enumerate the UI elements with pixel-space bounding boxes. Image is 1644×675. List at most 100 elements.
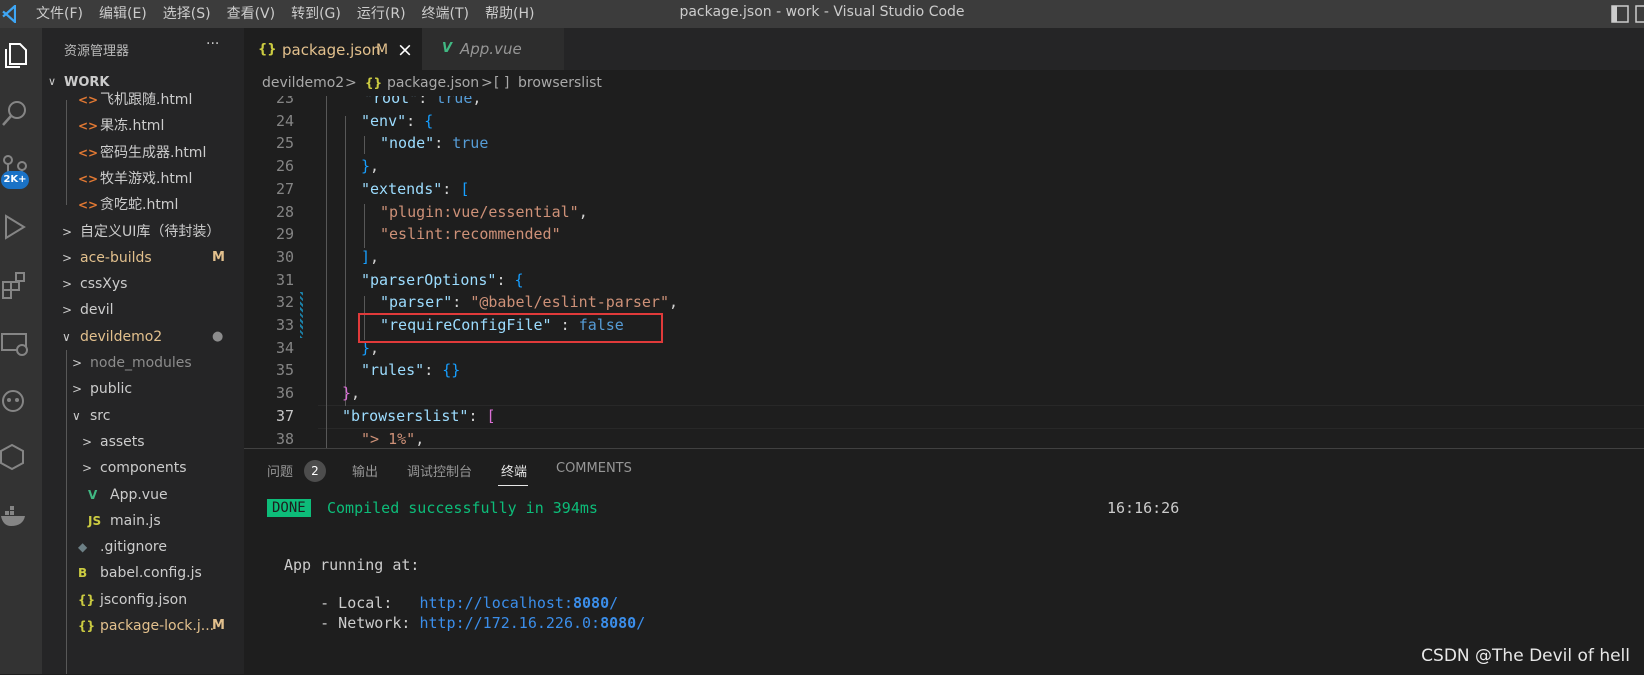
tree-item-label: cssXys <box>80 276 128 293</box>
menu-view[interactable]: 查看(V) <box>219 0 284 28</box>
code-line: }, <box>342 384 360 402</box>
chevron-right-icon[interactable]: > <box>82 455 92 481</box>
tab-close-icon[interactable]: × <box>397 29 413 71</box>
chevron-right-icon[interactable]: > <box>72 350 82 376</box>
gitlens-icon[interactable] <box>0 386 30 416</box>
code-token: "rules" <box>361 361 425 380</box>
tab-app-vue[interactable]: V App.vue <box>422 28 564 70</box>
chevron-right-icon[interactable]: > <box>62 245 72 271</box>
chevron-right-icon[interactable]: > <box>62 297 72 323</box>
tree-item[interactable]: > public <box>42 376 244 402</box>
code-token: [ <box>486 406 496 425</box>
code-token: } <box>342 384 352 403</box>
tree-item[interactable]: > components <box>42 455 244 481</box>
tree-item[interactable]: <> 密码生成器.html <box>42 140 244 166</box>
tree-item[interactable]: > assets <box>42 429 244 455</box>
code-token: , <box>415 429 425 448</box>
tree-item[interactable]: > node_modules <box>42 350 244 376</box>
tree-item[interactable]: Bbabel.config.js <box>42 560 244 586</box>
menu-go[interactable]: 转到(G) <box>283 0 349 28</box>
menu-terminal[interactable]: 终端(T) <box>414 0 477 28</box>
tree-item[interactable]: ∨ devildemo2 ● <box>42 324 244 350</box>
breadcrumb-file[interactable]: package.json <box>387 70 479 96</box>
menu-file[interactable]: 文件(F) <box>28 0 91 28</box>
layout-toggle-icons[interactable] <box>1584 4 1644 24</box>
indent-guide <box>345 116 346 406</box>
tree-item[interactable]: > cssXys <box>42 271 244 297</box>
docker-icon[interactable] <box>0 502 30 532</box>
network-url-suffix[interactable]: / <box>636 614 645 632</box>
tree-item[interactable]: > ace-builds M <box>42 245 244 271</box>
code-token: "node" <box>380 134 435 153</box>
explorer-icon[interactable] <box>2 40 32 70</box>
code-token: : <box>434 134 453 153</box>
kubernetes-icon[interactable] <box>0 442 30 472</box>
chevron-right-icon[interactable]: > <box>72 376 82 402</box>
explorer-sidebar: 资源管理器 ··· ∨ WORK <> 飞机跟随.html <> 果冻.html <> 密… <box>42 28 244 674</box>
compiled-message: Compiled successfully in 394ms <box>327 499 598 517</box>
tree-item[interactable]: ∨ src <box>42 403 244 429</box>
tree-item[interactable]: <> 贪吃蛇.html <box>42 192 244 218</box>
vue-file-icon: V <box>442 41 453 56</box>
run-debug-icon[interactable] <box>0 212 30 242</box>
menu-run[interactable]: 运行(R) <box>349 0 414 28</box>
chevron-down-icon[interactable]: ∨ <box>72 403 81 429</box>
extensions-icon[interactable] <box>0 270 30 300</box>
tree-item[interactable]: {} jsconfig.json <box>42 587 244 613</box>
menu-selection[interactable]: 选择(S) <box>155 0 219 28</box>
tree-item-label: public <box>90 381 133 398</box>
breadcrumb-folder[interactable]: devildemo2 <box>262 70 344 96</box>
line-number: 37 <box>275 406 294 425</box>
more-actions-button[interactable]: ··· <box>206 36 219 52</box>
code-line: "parser": "@babel/eslint-parser", <box>380 293 678 311</box>
network-port[interactable]: 8080 <box>600 614 636 632</box>
chevron-right-icon[interactable]: > <box>62 219 72 245</box>
breadcrumb-symbol[interactable]: browserslist <box>518 70 602 96</box>
tree-item-label: src <box>90 407 111 424</box>
tree-item[interactable]: V App.vue <box>42 482 244 508</box>
search-icon[interactable] <box>0 98 30 128</box>
remote-explorer-icon[interactable] <box>0 328 30 358</box>
chevron-right-icon[interactable]: > <box>82 429 92 455</box>
code-line: "parserOptions": { <box>361 271 524 289</box>
code-editor[interactable]: 23 24 25 26 27 28 29 30 31 32 33 34 35 36 37 38 "root":… <box>244 96 1644 448</box>
tab-output[interactable]: 输出 <box>352 461 378 480</box>
tree-item-label: 飞机跟随.html <box>100 92 193 108</box>
line-number: 34 <box>275 338 294 357</box>
code-token: , <box>578 202 588 221</box>
code-line: "extends": [ <box>361 180 469 198</box>
file-type-icon: V <box>88 487 98 502</box>
tree-item[interactable]: > 自定义UI库（待封装） <box>42 219 244 245</box>
tree-item-label: .gitignore <box>100 539 167 556</box>
network-url[interactable]: http://172.16.226.0: <box>419 614 600 632</box>
code-token: "browserslist" <box>342 406 469 425</box>
code-token: "root" <box>364 96 419 107</box>
tree-item[interactable]: <> 果冻.html <box>42 113 244 139</box>
menu-help[interactable]: 帮助(H) <box>477 0 542 28</box>
tree-item[interactable]: JS main.js <box>42 508 244 534</box>
tab-comments[interactable]: COMMENTS <box>556 461 632 476</box>
problems-count-badge: 2 <box>304 460 326 482</box>
tab-problems[interactable]: 问题 <box>267 461 293 480</box>
code-token: "> 1%" <box>361 429 416 448</box>
tab-label: App.vue <box>460 40 522 58</box>
code-line: "env": { <box>361 112 433 130</box>
code-token: : <box>418 96 437 107</box>
code-token: "parser" <box>380 293 453 312</box>
chevron-down-icon[interactable]: ∨ <box>62 324 71 350</box>
chevron-right-icon[interactable]: > <box>62 271 72 297</box>
tree-item[interactable]: ◆ .gitignore <box>42 534 244 560</box>
code-token: "env" <box>361 111 407 130</box>
tree-item[interactable]: <> 飞机跟随.html <box>42 87 244 113</box>
code-token: "@babel/eslint-parser" <box>470 293 669 312</box>
tree-item[interactable]: > devil <box>42 297 244 323</box>
network-label: - Network: <box>320 614 420 632</box>
tab-debug-console[interactable]: 调试控制台 <box>407 461 472 480</box>
tree-item[interactable]: {} package-lock.j... M <box>42 613 244 639</box>
code-token: "extends" <box>361 179 443 198</box>
tree-item[interactable]: <> 牧羊游戏.html <box>42 166 244 192</box>
tab-terminal[interactable]: 终端 <box>501 461 527 480</box>
line-number: 36 <box>275 384 294 403</box>
menu-edit[interactable]: 编辑(E) <box>91 0 155 28</box>
tab-package-json[interactable]: {} package.json M × <box>244 28 422 71</box>
